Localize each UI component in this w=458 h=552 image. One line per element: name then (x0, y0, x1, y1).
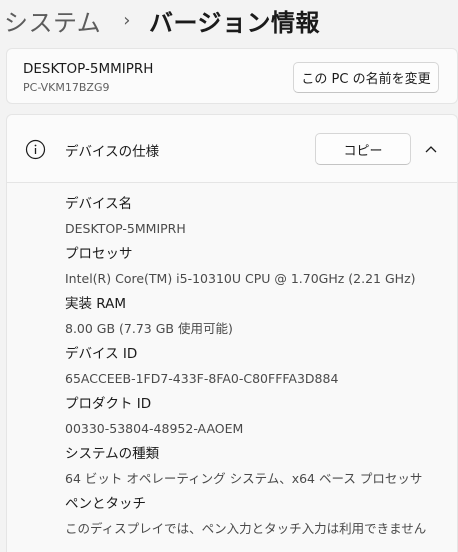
copy-button[interactable]: コピー (315, 133, 411, 165)
device-name: DESKTOP-5MMIPRH (23, 61, 154, 77)
breadcrumb: システム › バージョン情報 (0, 0, 458, 40)
spec-label: システムの種類 (65, 446, 160, 462)
spec-value[interactable]: 64 ビット オペレーティング システム、x64 ベース プロセッサ (65, 465, 426, 491)
spec-value[interactable]: 00330-53804-48952-AAOEM (65, 415, 426, 441)
spec-item-device-name: デバイス名 DESKTOP-5MMIPRH (65, 193, 426, 243)
info-icon (25, 139, 46, 160)
spec-item-product-id: プロダクト ID 00330-53804-48952-AAOEM (65, 393, 426, 443)
pc-name-card: DESKTOP-5MMIPRH PC-VKM17BZG9 この PC の名前を変… (6, 48, 458, 104)
breadcrumb-chevron-icon: › (123, 9, 131, 31)
spec-item-ram: 実装 RAM 8.00 GB (7.73 GB 使用可能) (65, 293, 426, 343)
spec-label: プロセッサ (65, 246, 133, 262)
page-title: バージョン情報 (148, 8, 321, 37)
spec-label: プロダクト ID (65, 396, 152, 412)
device-model: PC-VKM17BZG9 (23, 81, 110, 94)
spec-item-processor: プロセッサ Intel(R) Core(TM) i5-10310U CPU @ … (65, 243, 426, 293)
spec-value[interactable]: 8.00 GB (7.73 GB 使用可能) (65, 315, 426, 341)
spec-value[interactable]: Intel(R) Core(TM) i5-10310U CPU @ 1.70GH… (65, 265, 426, 291)
spec-label: デバイス ID (65, 346, 138, 362)
chevron-up-icon[interactable] (423, 142, 439, 156)
spec-label: 実装 RAM (65, 296, 127, 312)
device-specs-card: デバイスの仕様 コピー デバイス名 DESKTOP-5MMIPRH プロセッサ … (6, 114, 458, 552)
spec-list: デバイス名 DESKTOP-5MMIPRH プロセッサ Intel(R) Cor… (65, 193, 426, 543)
spec-value[interactable]: DESKTOP-5MMIPRH (65, 215, 426, 241)
spec-item-system-type: システムの種類 64 ビット オペレーティング システム、x64 ベース プロセ… (65, 443, 426, 493)
rename-pc-button[interactable]: この PC の名前を変更 (293, 62, 439, 93)
spec-label: ペンとタッチ (65, 496, 146, 512)
spec-value[interactable]: 65ACCEEB-1FD7-433F-8FA0-C80FFFA3D884 (65, 365, 426, 391)
spec-value[interactable]: このディスプレイでは、ペン入力とタッチ入力は利用できません (65, 515, 426, 541)
breadcrumb-parent-system[interactable]: システム (4, 3, 101, 38)
device-specs-header[interactable]: デバイスの仕様 コピー (7, 115, 457, 183)
spec-label: デバイス名 (65, 196, 133, 212)
spec-item-pen-touch: ペンとタッチ このディスプレイでは、ペン入力とタッチ入力は利用できません (65, 493, 426, 543)
settings-page: システム › バージョン情報 DESKTOP-5MMIPRH PC-VKM17B… (0, 0, 458, 552)
device-specs-title: デバイスの仕様 (65, 144, 160, 160)
spec-item-device-id: デバイス ID 65ACCEEB-1FD7-433F-8FA0-C80FFFA3… (65, 343, 426, 393)
